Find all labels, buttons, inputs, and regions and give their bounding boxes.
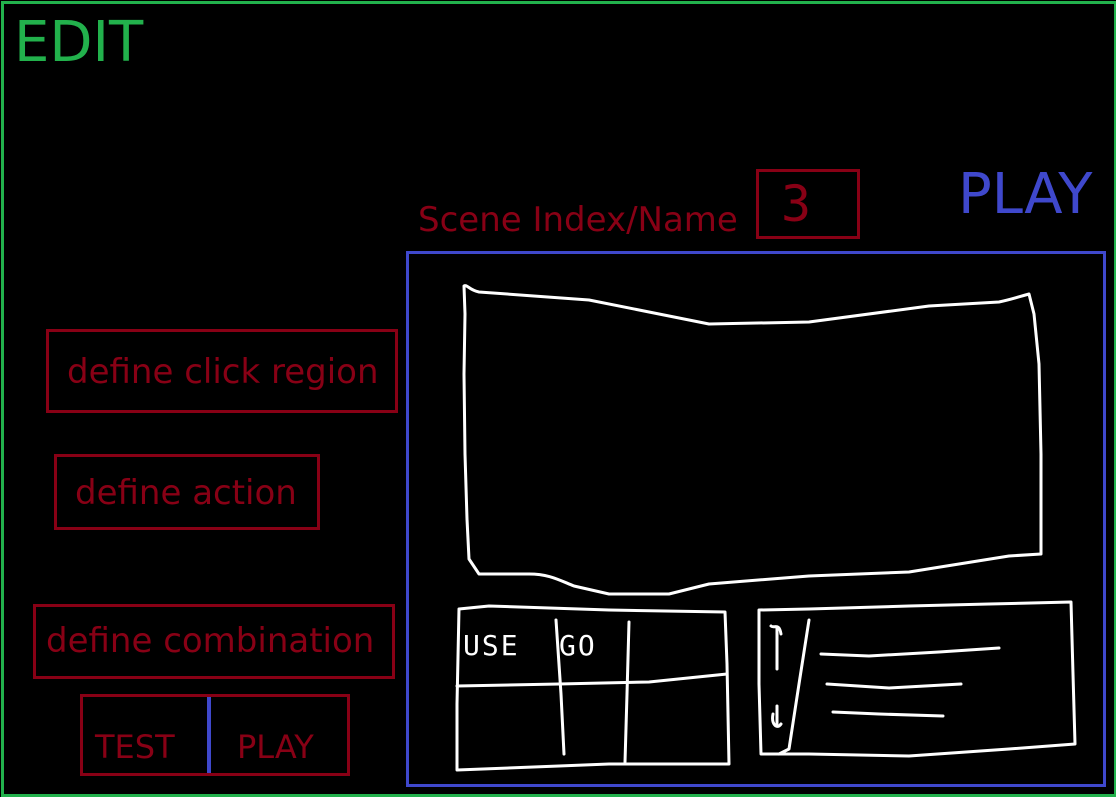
define-combination-button[interactable]: define combination <box>33 604 395 679</box>
play-area-sketch <box>455 284 1077 772</box>
test-play-toggle: TEST PLAY <box>80 694 350 776</box>
inventory-panel <box>757 600 1077 758</box>
toggle-divider <box>207 697 211 773</box>
play-area: USE GO <box>406 251 1106 787</box>
test-mode-option[interactable]: TEST <box>95 727 175 767</box>
define-action-button[interactable]: define action <box>54 454 320 530</box>
scene-index-label: Scene Index/Name <box>418 200 738 240</box>
define-combination-label: define combination <box>46 621 375 661</box>
define-click-region-button[interactable]: define click region <box>46 329 398 413</box>
define-action-label: define action <box>75 473 297 513</box>
go-command[interactable]: GO <box>559 630 597 662</box>
use-command[interactable]: USE <box>463 630 520 662</box>
play-mode-option[interactable]: PLAY <box>237 727 314 767</box>
scene-view <box>462 284 1043 596</box>
scene-index-input[interactable]: 3 <box>756 169 860 239</box>
scene-index-value: 3 <box>781 175 812 233</box>
define-click-region-label: define click region <box>67 352 379 392</box>
play-area-title: PLAY <box>958 162 1093 227</box>
edit-mode-title: EDIT <box>14 10 144 75</box>
